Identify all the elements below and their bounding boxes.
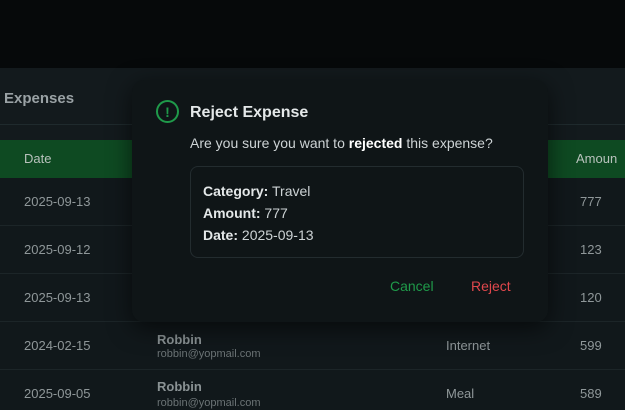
detail-amount: Amount: 777 [203,205,288,221]
cell-employee-email: robbin@yopmail.com [157,348,261,360]
dialog-title: Reject Expense [190,104,309,121]
cancel-button[interactable]: Cancel [390,278,434,294]
message-prefix: Are you sure you want to [190,135,349,151]
table-row[interactable]: 2025-09-05 Robbin robbin@yopmail.com Mea… [0,370,625,410]
reject-button[interactable]: Reject [471,278,511,294]
cell-amount: 599 [580,338,602,353]
exclamation-circle-icon: ! [156,100,179,123]
message-suffix: this expense? [402,135,493,151]
message-bold: rejected [348,135,403,151]
category-label: Category: [203,183,269,199]
cell-employee-name: Robbin [157,379,202,394]
amount-value: 777 [260,205,288,221]
table-row[interactable]: 2024-02-15 Robbin robbin@yopmail.com Int… [0,322,625,370]
cell-date: 2025-09-05 [24,386,91,401]
reject-expense-dialog: ! Reject Expense Are you sure you want t… [132,80,548,322]
column-header-amount[interactable]: Amoun [576,151,617,166]
cell-employee-name: Robbin [157,332,202,347]
detail-category: Category: Travel [203,183,310,199]
date-label: Date: [203,227,239,243]
cell-amount: 777 [580,194,602,209]
date-value: 2025-09-13 [238,227,314,243]
cell-amount: 589 [580,386,602,401]
cell-date: 2024-02-15 [24,338,91,353]
cell-amount: 120 [580,290,602,305]
cell-date: 2025-09-13 [24,290,91,305]
top-bar [0,0,625,68]
cell-date: 2025-09-12 [24,242,91,257]
column-header-date[interactable]: Date [24,151,51,166]
cell-date: 2025-09-13 [24,194,91,209]
dialog-message: Are you sure you want to rejected this e… [190,135,493,151]
cell-amount: 123 [580,242,602,257]
cell-category: Internet [446,338,491,353]
cell-employee-email: robbin@yopmail.com [157,397,261,409]
page-title: Expenses [4,90,75,107]
category-value: Travel [268,183,311,199]
expense-details-box: Category: Travel Amount: 777 Date: 2025-… [190,166,524,258]
amount-label: Amount: [203,205,261,221]
cell-category: Meal [446,386,475,401]
detail-date: Date: 2025-09-13 [203,227,314,243]
